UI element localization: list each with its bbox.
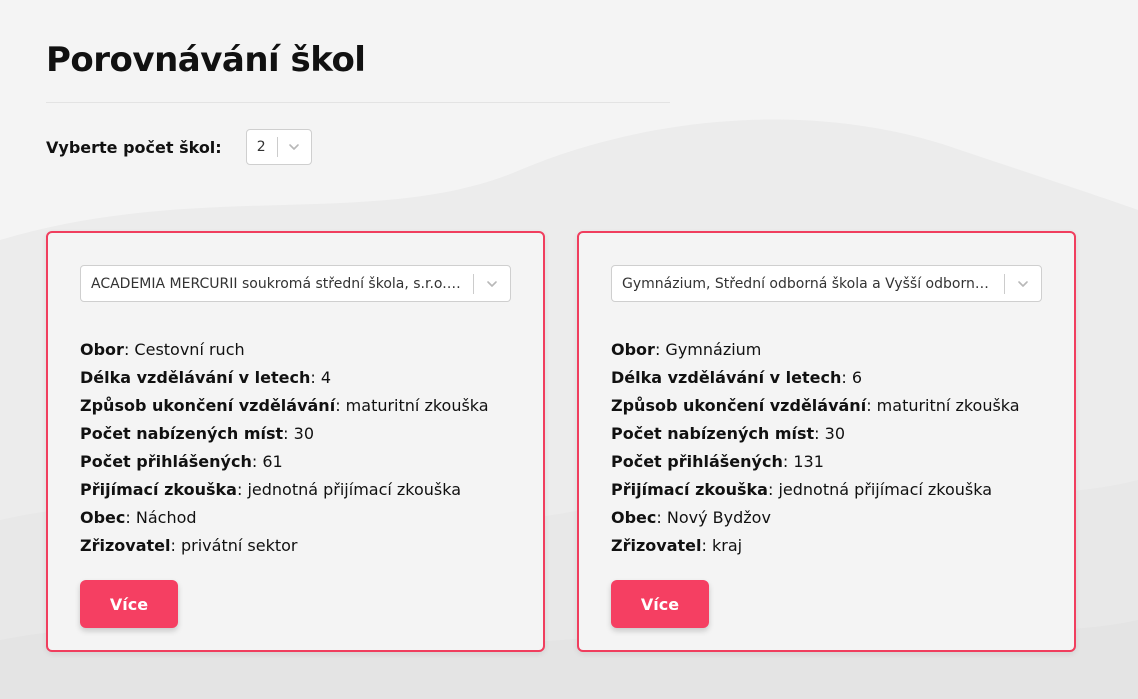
- field-label: Zřizovatel: [611, 536, 702, 555]
- field-pocet-mist: Počet nabízených míst: 30: [611, 424, 845, 443]
- field-value: kraj: [711, 536, 743, 555]
- school-details: Obor: Cestovní ruch Délka vzdělávání v l…: [80, 336, 489, 560]
- field-pocet-prihlasenych: Počet přihlášených: 61: [80, 452, 283, 471]
- field-obor: Obor: Gymnázium: [611, 340, 762, 359]
- field-value: Náchod: [135, 508, 197, 527]
- field-value: 4: [320, 368, 332, 387]
- field-value: 131: [793, 452, 824, 471]
- field-label: Počet nabízených míst: [611, 424, 815, 443]
- field-label: Přijímací zkouška: [611, 480, 768, 499]
- field-prijimaci-zkouska: Přijímací zkouška: jednotná přijímací zk…: [611, 480, 993, 499]
- school-count-select[interactable]: 2: [245, 129, 312, 165]
- compare-schools-page: Porovnávání škol Vyberte počet škol: 2 A…: [0, 0, 1138, 699]
- school-details: Obor: Gymnázium Délka vzdělávání v letec…: [611, 336, 1020, 560]
- field-delka: Délka vzdělávání v letech: 4: [80, 368, 332, 387]
- school-select-value: Gymnázium, Střední odborná škola a Vyšší…: [622, 275, 1004, 292]
- field-label: Délka vzdělávání v letech: [80, 368, 311, 387]
- field-zpusob-ukonceni: Způsob ukončení vzdělávání: maturitní zk…: [611, 396, 1020, 415]
- field-prijimaci-zkouska: Přijímací zkouška: jednotná přijímací zk…: [80, 480, 462, 499]
- field-value: Gymnázium: [665, 340, 762, 359]
- field-value: jednotná přijímací zkouška: [778, 480, 993, 499]
- field-label: Obec: [80, 508, 126, 527]
- page-title: Porovnávání škol: [46, 40, 366, 80]
- field-label: Obor: [611, 340, 655, 359]
- more-button[interactable]: Více: [611, 580, 709, 628]
- field-value: Nový Bydžov: [666, 508, 771, 527]
- school-count-row: Vyberte počet škol: 2: [46, 128, 312, 166]
- field-obor: Obor: Cestovní ruch: [80, 340, 245, 359]
- field-value: Cestovní ruch: [134, 340, 245, 359]
- school-card: ACADEMIA MERCURII soukromá střední škola…: [46, 231, 545, 652]
- field-value: jednotná přijímací zkouška: [247, 480, 462, 499]
- school-count-value: 2: [256, 139, 266, 155]
- field-label: Obec: [611, 508, 657, 527]
- field-value: maturitní zkouška: [876, 396, 1020, 415]
- field-zpusob-ukonceni: Způsob ukončení vzdělávání: maturitní zk…: [80, 396, 489, 415]
- chevron-down-icon[interactable]: [1005, 277, 1041, 291]
- chevron-down-icon[interactable]: [278, 140, 311, 154]
- school-card: Gymnázium, Střední odborná škola a Vyšší…: [577, 231, 1076, 652]
- chevron-down-icon[interactable]: [474, 277, 510, 291]
- school-count-label: Vyberte počet škol:: [46, 137, 222, 157]
- title-divider: [46, 102, 670, 103]
- field-delka: Délka vzdělávání v letech: 6: [611, 368, 863, 387]
- field-label: Počet přihlášených: [611, 452, 783, 471]
- school-select-value: ACADEMIA MERCURII soukromá střední škola…: [91, 275, 473, 292]
- field-pocet-prihlasenych: Počet přihlášených: 131: [611, 452, 824, 471]
- field-pocet-mist: Počet nabízených míst: 30: [80, 424, 314, 443]
- field-label: Obor: [80, 340, 124, 359]
- field-value: maturitní zkouška: [345, 396, 489, 415]
- school-select[interactable]: Gymnázium, Střední odborná škola a Vyšší…: [611, 265, 1042, 302]
- field-value: privátní sektor: [180, 536, 298, 555]
- field-value: 30: [824, 424, 845, 443]
- field-zrizovatel: Zřizovatel: privátní sektor: [80, 536, 298, 555]
- field-label: Počet přihlášených: [80, 452, 252, 471]
- field-obec: Obec: Nový Bydžov: [611, 508, 771, 527]
- school-select[interactable]: ACADEMIA MERCURII soukromá střední škola…: [80, 265, 511, 302]
- field-obec: Obec: Náchod: [80, 508, 197, 527]
- more-button[interactable]: Více: [80, 580, 178, 628]
- field-label: Způsob ukončení vzdělávání: [611, 396, 867, 415]
- field-label: Přijímací zkouška: [80, 480, 237, 499]
- field-value: 6: [851, 368, 863, 387]
- field-zrizovatel: Zřizovatel: kraj: [611, 536, 743, 555]
- field-value: 61: [262, 452, 283, 471]
- field-value: 30: [293, 424, 314, 443]
- field-label: Počet nabízených míst: [80, 424, 284, 443]
- field-label: Délka vzdělávání v letech: [611, 368, 842, 387]
- field-label: Způsob ukončení vzdělávání: [80, 396, 336, 415]
- field-label: Zřizovatel: [80, 536, 171, 555]
